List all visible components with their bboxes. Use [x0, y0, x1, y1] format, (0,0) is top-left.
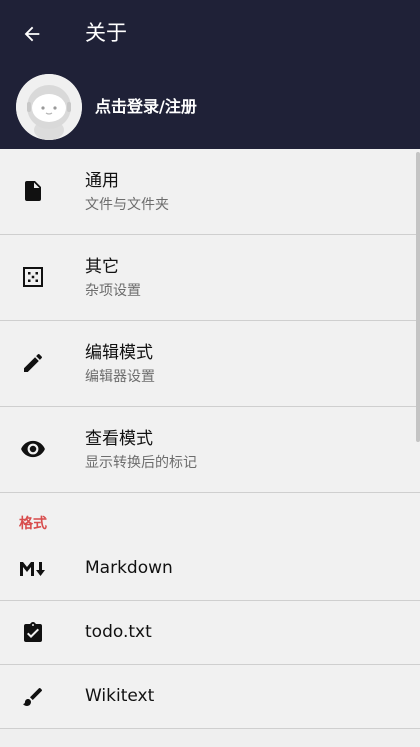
format-item-label: Markdown — [85, 558, 173, 578]
settings-item-subtitle: 显示转换后的标记 — [85, 455, 197, 471]
format-item-wikitext[interactable]: Wikitext — [0, 665, 420, 729]
settings-item-title: 通用 — [85, 171, 119, 191]
settings-item-other[interactable]: 其它 杂项设置 — [0, 235, 420, 321]
avatar[interactable] — [16, 74, 82, 140]
settings-item-subtitle: 编辑器设置 — [85, 369, 155, 385]
eye-icon — [18, 434, 48, 464]
astronaut-avatar-icon — [16, 74, 82, 140]
settings-item-subtitle: 文件与文件夹 — [85, 197, 169, 213]
format-item-markdown[interactable]: Markdown — [0, 537, 420, 601]
settings-list: 通用 文件与文件夹 其它 杂项设置 编辑模式 编辑器设置 查看模式 显示转换后的… — [0, 149, 420, 729]
section-header-label: 格式 — [19, 516, 47, 532]
app-bar: 关于 点击登录/注册 — [0, 0, 420, 149]
file-icon — [18, 176, 48, 206]
pencil-icon — [18, 348, 48, 378]
settings-item-view-mode[interactable]: 查看模式 显示转换后的标记 — [0, 407, 420, 493]
settings-item-general[interactable]: 通用 文件与文件夹 — [0, 149, 420, 235]
clipboard-check-icon — [18, 618, 48, 648]
back-button[interactable] — [14, 16, 50, 52]
scrollbar[interactable] — [416, 152, 420, 442]
dots-grid-icon — [18, 262, 48, 292]
settings-item-subtitle: 杂项设置 — [85, 283, 141, 299]
settings-item-title: 查看模式 — [85, 429, 153, 449]
format-item-todotxt[interactable]: todo.txt — [0, 601, 420, 665]
brush-icon — [18, 682, 48, 712]
section-header-formats: 格式 — [0, 493, 420, 537]
markdown-icon — [18, 554, 48, 584]
settings-item-edit-mode[interactable]: 编辑模式 编辑器设置 — [0, 321, 420, 407]
arrow-left-icon — [24, 26, 40, 42]
format-item-label: todo.txt — [85, 622, 152, 642]
login-register-link[interactable]: 点击登录/注册 — [95, 95, 197, 119]
format-item-label: Wikitext — [85, 686, 155, 706]
settings-item-title: 编辑模式 — [85, 343, 153, 363]
page-title: 关于 — [85, 21, 127, 45]
settings-item-title: 其它 — [85, 257, 119, 277]
